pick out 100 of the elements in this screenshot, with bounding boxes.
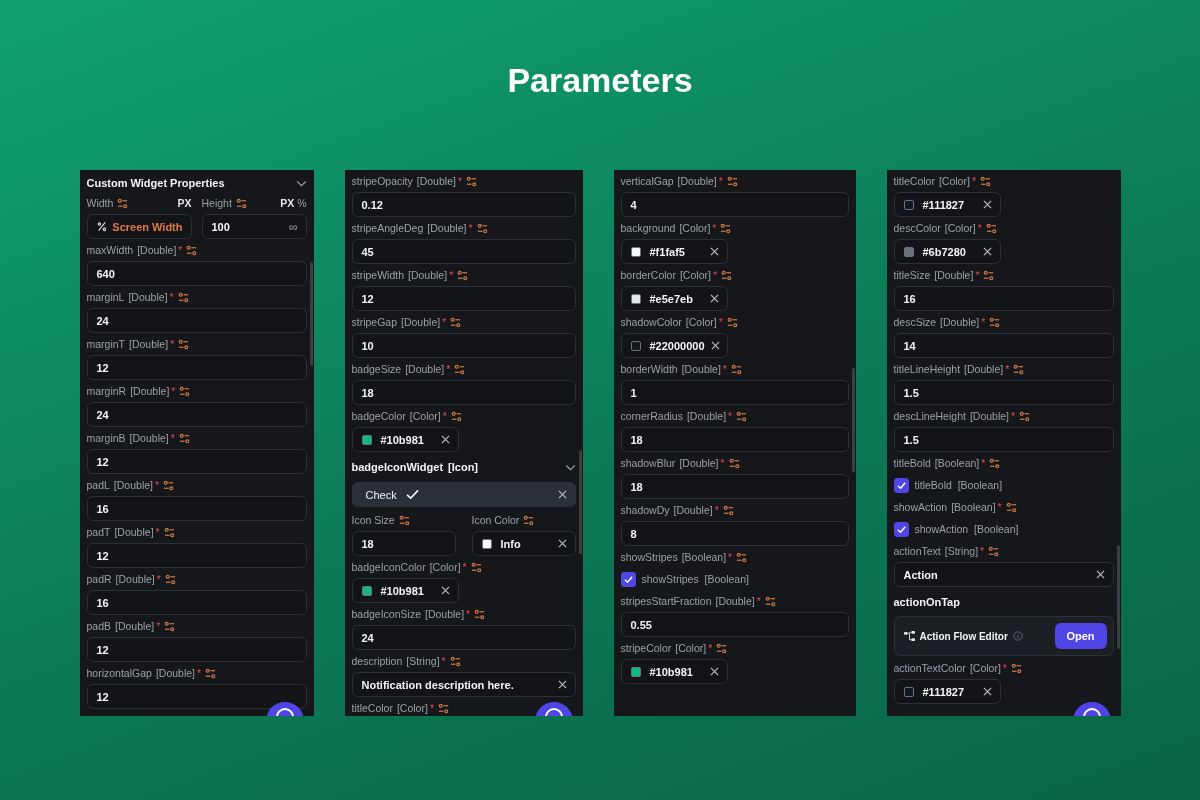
settings-sliders-icon[interactable] <box>1005 501 1017 513</box>
checkbox[interactable] <box>893 477 909 493</box>
unit-label[interactable]: PX <box>280 197 295 209</box>
color-field[interactable]: #111827 <box>893 192 1001 217</box>
color-swatch[interactable] <box>903 246 914 257</box>
color-swatch[interactable] <box>630 293 641 304</box>
color-field[interactable]: #10b981 <box>351 427 459 452</box>
settings-sliders-icon[interactable] <box>163 479 175 491</box>
checkbox-label[interactable]: titleBold [Boolean] <box>914 479 1003 491</box>
text-field[interactable]: Action <box>893 562 1114 587</box>
number-field[interactable]: 18 <box>620 474 849 499</box>
number-field[interactable]: 18 <box>351 531 456 556</box>
checkbox-label[interactable]: showAction [Boolean] <box>914 523 1019 535</box>
settings-sliders-icon[interactable] <box>983 269 995 281</box>
settings-sliders-icon[interactable] <box>726 316 738 328</box>
settings-sliders-icon[interactable] <box>722 504 734 516</box>
settings-sliders-icon[interactable] <box>989 316 1001 328</box>
color-swatch[interactable] <box>361 434 372 445</box>
settings-sliders-icon[interactable] <box>470 561 482 573</box>
number-field[interactable]: 16 <box>86 590 307 615</box>
number-field[interactable]: 24 <box>86 308 307 333</box>
settings-sliders-icon[interactable] <box>730 363 742 375</box>
settings-sliders-icon[interactable] <box>988 545 1000 557</box>
color-field[interactable]: #10b981 <box>620 659 728 684</box>
number-field[interactable]: 12 <box>86 543 307 568</box>
number-field[interactable]: 24 <box>86 402 307 427</box>
unit-label[interactable]: % <box>297 197 307 209</box>
close-icon[interactable] <box>982 247 992 256</box>
icon-picker[interactable]: Check <box>351 482 576 507</box>
settings-sliders-icon[interactable] <box>179 385 191 397</box>
close-icon[interactable] <box>982 200 992 209</box>
settings-sliders-icon[interactable] <box>437 702 449 714</box>
number-field[interactable]: 12 <box>351 286 576 311</box>
number-field[interactable]: 16 <box>86 496 307 521</box>
close-icon[interactable] <box>709 247 719 256</box>
close-icon[interactable] <box>557 680 567 689</box>
chevron-icon[interactable] <box>295 179 307 187</box>
height-field[interactable]: 100 ∞ <box>201 214 307 239</box>
number-field[interactable]: 18 <box>620 427 849 452</box>
color-field[interactable]: Info <box>471 531 576 556</box>
settings-sliders-icon[interactable] <box>466 175 477 187</box>
settings-sliders-icon[interactable] <box>1013 363 1025 375</box>
number-field[interactable]: 14 <box>893 333 1114 358</box>
settings-sliders-icon[interactable] <box>177 291 189 303</box>
close-icon[interactable] <box>557 539 567 548</box>
number-field[interactable]: 4 <box>620 192 849 217</box>
settings-sliders-icon[interactable] <box>716 642 728 654</box>
close-icon[interactable] <box>1095 570 1105 579</box>
settings-sliders-icon[interactable] <box>476 222 488 234</box>
scrollbar[interactable] <box>851 368 855 472</box>
number-field[interactable]: 16 <box>893 286 1114 311</box>
settings-sliders-icon[interactable] <box>1019 410 1031 422</box>
close-icon[interactable] <box>709 667 719 676</box>
settings-sliders-icon[interactable] <box>164 573 176 585</box>
color-swatch[interactable] <box>630 246 641 257</box>
number-field[interactable]: 24 <box>351 625 576 650</box>
settings-sliders-icon[interactable] <box>728 457 740 469</box>
number-field[interactable]: 0.55 <box>620 612 849 637</box>
color-field[interactable]: #6b7280 <box>893 239 1001 264</box>
color-swatch[interactable] <box>630 340 641 351</box>
close-icon[interactable] <box>440 435 450 444</box>
number-field[interactable]: 0.12 <box>351 192 576 217</box>
close-icon[interactable] <box>982 687 992 696</box>
settings-sliders-icon[interactable] <box>235 197 247 209</box>
settings-sliders-icon[interactable] <box>1010 662 1022 674</box>
settings-sliders-icon[interactable] <box>720 222 732 234</box>
settings-sliders-icon[interactable] <box>523 514 535 526</box>
scrollbar[interactable] <box>578 450 582 554</box>
settings-sliders-icon[interactable] <box>985 222 997 234</box>
number-field[interactable]: 8 <box>620 521 849 546</box>
checkbox[interactable] <box>620 571 636 587</box>
settings-sliders-icon[interactable] <box>454 363 466 375</box>
color-field[interactable]: #111827 <box>893 679 1001 704</box>
unit-label[interactable]: PX <box>177 197 192 209</box>
number-field[interactable]: 18 <box>351 380 576 405</box>
close-icon[interactable] <box>440 586 450 595</box>
number-field[interactable]: 1.5 <box>893 427 1114 452</box>
settings-sliders-icon[interactable] <box>449 655 461 667</box>
settings-sliders-icon[interactable] <box>178 338 190 350</box>
scrollbar[interactable] <box>309 262 313 366</box>
open-button[interactable]: Open <box>1054 623 1107 649</box>
color-swatch[interactable] <box>630 666 641 677</box>
color-field[interactable]: #e5e7eb <box>620 286 728 311</box>
number-field[interactable]: 45 <box>351 239 576 264</box>
settings-sliders-icon[interactable] <box>726 175 738 187</box>
settings-sliders-icon[interactable] <box>117 197 129 209</box>
settings-sliders-icon[interactable] <box>450 316 462 328</box>
color-field[interactable]: #10b981 <box>351 578 459 603</box>
settings-sliders-icon[interactable] <box>721 269 732 281</box>
width-field[interactable]: Screen Width <box>86 214 192 239</box>
close-icon[interactable] <box>557 490 567 499</box>
text-field[interactable]: Notification description here. <box>351 672 576 697</box>
infinity-symbol[interactable]: ∞ <box>288 219 298 234</box>
scrollbar[interactable] <box>1116 545 1120 649</box>
settings-sliders-icon[interactable] <box>989 457 1001 469</box>
number-field[interactable]: 12 <box>86 355 307 380</box>
settings-sliders-icon[interactable] <box>178 432 190 444</box>
number-field[interactable]: 12 <box>86 684 307 709</box>
color-swatch[interactable] <box>903 199 914 210</box>
color-swatch[interactable] <box>361 585 372 596</box>
